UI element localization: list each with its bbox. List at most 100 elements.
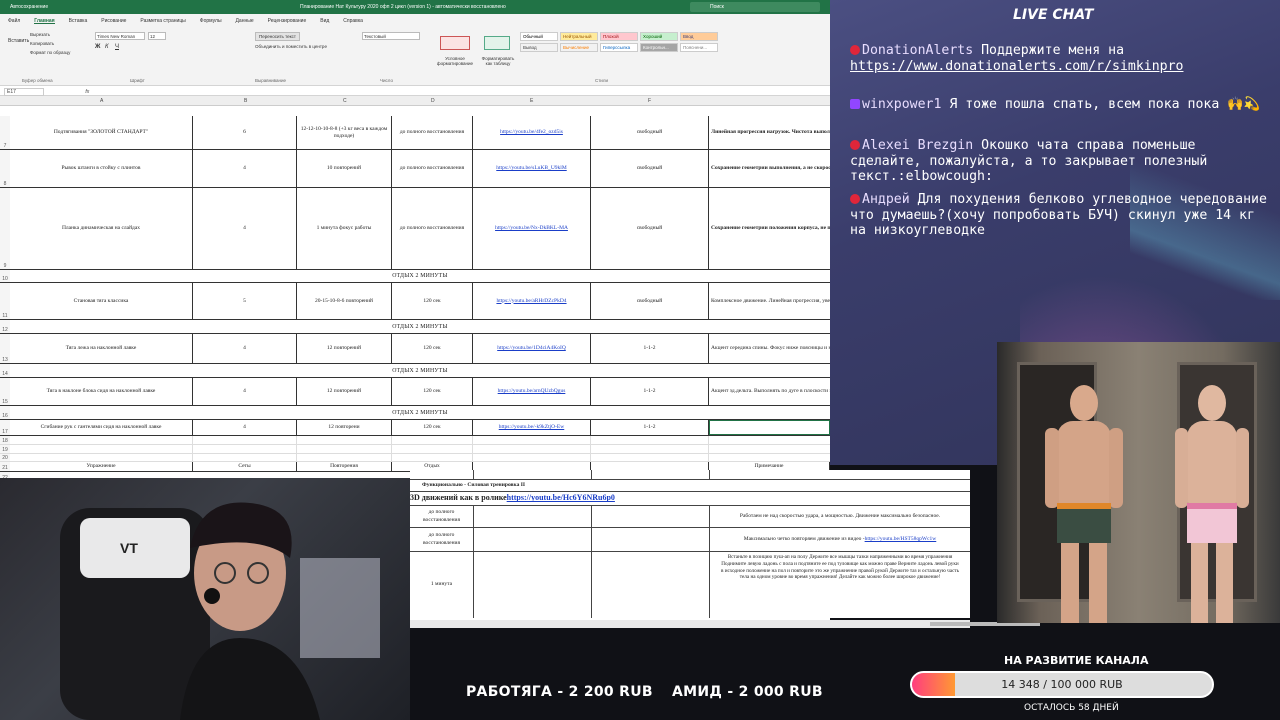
row-number[interactable]: 10 (0, 270, 10, 282)
empty-cell[interactable] (297, 436, 392, 444)
cell-d[interactable]: 120 сек (392, 283, 473, 319)
video-link-cell[interactable]: https://youtu.be/Nx-DkBKL-MA (473, 188, 591, 269)
cell-d[interactable]: 120 сек (392, 420, 473, 435)
empty-cell[interactable] (709, 436, 830, 444)
cell-c[interactable]: 10 повторений (297, 150, 392, 187)
font-name-select[interactable]: Times New Roman (95, 32, 145, 40)
cell-c[interactable]: 1 минута фокус работы (297, 188, 392, 269)
empty-cell[interactable] (591, 436, 709, 444)
empty-cell[interactable] (297, 445, 392, 453)
ribbon-tab[interactable]: Разметка страницы (140, 18, 185, 24)
video-link-cell[interactable]: https://youtu.be/4fe2_ozd5is (473, 116, 591, 149)
ribbon-tab[interactable]: Данные (236, 18, 254, 24)
note-link[interactable]: https://youtu.be/HST58qpWc1w (865, 536, 937, 543)
cell-a[interactable]: Сгибание рук с гантелями сидя на наклонн… (10, 420, 193, 435)
cell-c[interactable]: 12 повторений (297, 378, 392, 405)
empty-cell[interactable] (10, 454, 193, 461)
row-number[interactable]: 7 (0, 116, 10, 149)
cell-style-option[interactable]: Вычисление (560, 43, 598, 52)
cell-a[interactable]: Тяга в наклоне блока сидя на наклонной л… (10, 378, 193, 405)
row-number[interactable]: 15 (0, 378, 10, 405)
cell-c[interactable]: 20-15-10-8-6 повторений (297, 283, 392, 319)
column-header-e[interactable]: E (530, 98, 533, 104)
video-link-cell[interactable]: https://youtu.be/arnQUzbQgus (473, 378, 591, 405)
font-size-select[interactable]: 12 (148, 32, 166, 40)
cell-a[interactable]: Подтягивания "ЗОЛОТОЙ СТАНДАРТ" (10, 116, 193, 149)
video-link[interactable]: https://youtu.be/Hc6Y6NRu6p0 (507, 493, 615, 503)
format-table-button[interactable]: Форматировать как таблицу (478, 56, 518, 66)
cell-style-option[interactable]: Контрольн... (640, 43, 678, 52)
empty-cell[interactable] (591, 454, 709, 461)
ribbon-tab[interactable]: Вставка (69, 18, 88, 24)
conditional-format-button[interactable]: Условное форматирование (430, 56, 480, 66)
cell-d[interactable]: 120 сек (392, 378, 473, 405)
video-link-cell[interactable]: https://youtu.be/1D4ciA4KoIQ (473, 334, 591, 363)
row-number[interactable]: 20 (0, 454, 10, 461)
search-input[interactable]: Поиск (690, 2, 820, 12)
cell-f[interactable]: 1-1-2 (591, 378, 709, 405)
merge-center-button[interactable]: Объединить и поместить в центре (255, 44, 327, 49)
video-link-cell[interactable]: https://youtu.be/sLuKB_U9klM (473, 150, 591, 187)
empty-cell[interactable] (473, 454, 591, 461)
cell-b[interactable]: 6 (193, 116, 297, 149)
cell-f[interactable]: 1-1-2 (591, 420, 709, 435)
cell-d[interactable]: до полного восстановления (392, 116, 473, 149)
cell-f[interactable]: свободный (591, 283, 709, 319)
cell-b[interactable]: 5 (193, 283, 297, 319)
empty-cell[interactable] (392, 454, 473, 461)
column-header-c[interactable]: C (343, 98, 347, 104)
bold-button[interactable]: Ж (95, 44, 100, 50)
cell-a[interactable]: Планка динамическая на слайдах (10, 188, 193, 269)
empty-cell[interactable] (392, 445, 473, 453)
cell-f[interactable]: 1-1-2 (591, 334, 709, 363)
cell-g[interactable]: Акцент зд.дельта. Выполнять по дуге в пл… (709, 378, 830, 405)
row-number[interactable]: 16 (0, 406, 10, 419)
cell-a[interactable]: Становая тяга классика (10, 283, 193, 319)
cell-f[interactable]: свободный (591, 150, 709, 187)
empty-cell[interactable] (709, 454, 830, 461)
cell-style-option[interactable]: Вывод (520, 43, 558, 52)
ribbon-tab[interactable]: Файл (8, 18, 20, 24)
empty-cell[interactable] (473, 436, 591, 444)
empty-cell[interactable] (10, 436, 193, 444)
cell-c[interactable]: 12-12-10-10-8-8 (+3 кг веса в каждом под… (297, 116, 392, 149)
row-number[interactable]: 8 (0, 150, 10, 187)
cell-g[interactable]: Линейная прогрессия нагрузок. Чистота вы… (709, 116, 830, 149)
cell-d[interactable]: до полного восстановления (392, 188, 473, 269)
empty-cell[interactable] (193, 454, 297, 461)
empty-cell[interactable] (709, 445, 830, 453)
ribbon-tab[interactable]: Справка (343, 18, 363, 24)
underline-button[interactable]: Ч (115, 44, 119, 50)
cell-c[interactable]: 12 повторени (297, 420, 392, 435)
empty-cell[interactable] (392, 436, 473, 444)
cell-b[interactable]: 4 (193, 334, 297, 363)
cell-style-option[interactable]: Гиперссылка (600, 43, 638, 52)
name-box[interactable]: E17 (4, 88, 44, 96)
cut-button[interactable]: Вырезать (30, 32, 50, 37)
cell-b[interactable]: 4 (193, 150, 297, 187)
cell-style-option[interactable]: Плохой (600, 32, 638, 41)
row-number[interactable]: 9 (0, 188, 10, 269)
cell-style-option[interactable]: Обычный (520, 32, 558, 41)
cell-d[interactable]: до полного восстановления (392, 150, 473, 187)
column-header-a[interactable]: A (100, 98, 103, 104)
video-link-cell[interactable]: https://youtu.be/aRHrDZcPkD4 (473, 283, 591, 319)
cell-g[interactable]: Акцент середина спины. Фокус ниже поясни… (709, 334, 830, 363)
empty-cell[interactable] (193, 436, 297, 444)
cell-c[interactable]: 12 повторений (297, 334, 392, 363)
chat-link[interactable]: https://www.donationalerts.com/r/simkinp… (850, 59, 1183, 74)
column-header-b[interactable]: B (244, 98, 247, 104)
ribbon-tab[interactable]: Формулы (200, 18, 222, 24)
autosave-label[interactable]: Автосохранение (10, 4, 48, 10)
cell-a[interactable]: Рывок штанги в стойку с плинтов (10, 150, 193, 187)
cell-f[interactable]: свободный (591, 116, 709, 149)
column-header-f[interactable]: F (648, 98, 651, 104)
cell-d[interactable]: 120 сек (392, 334, 473, 363)
ribbon-tab[interactable]: Вид (320, 18, 329, 24)
copy-button[interactable]: Копировать (30, 41, 54, 46)
number-format-select[interactable]: Текстовый (362, 32, 420, 40)
ribbon-tab[interactable]: Главная (34, 18, 55, 24)
wrap-text-button[interactable]: Переносить текст (255, 32, 300, 41)
cell-g[interactable]: Сохранение геометрии положения корпуса, … (709, 188, 830, 269)
cell-style-option[interactable]: Ввод (680, 32, 718, 41)
